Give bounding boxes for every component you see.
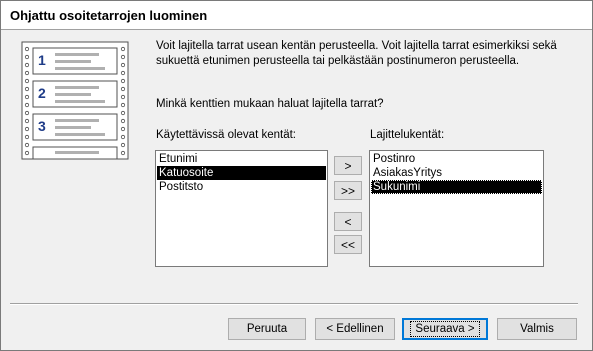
remove-all-fields-button[interactable]: << bbox=[334, 235, 362, 254]
list-item-selected[interactable]: Sukunimi bbox=[371, 180, 542, 194]
list-item-selected[interactable]: Katuosoite bbox=[157, 166, 326, 180]
sort-fields-label: Lajittelukentät: bbox=[370, 129, 445, 141]
sort-fields-listbox[interactable]: Postinro AsiakasYritys Sukunimi bbox=[369, 150, 544, 267]
list-item[interactable]: AsiakasYritys bbox=[371, 166, 542, 180]
illustration-number-3: 3 bbox=[38, 118, 46, 134]
header-divider bbox=[1, 29, 592, 30]
cancel-button[interactable]: Peruuta bbox=[228, 318, 306, 340]
next-button-label: Seuraava > bbox=[410, 321, 480, 337]
label-sheet-illustration: 1 2 3 bbox=[17, 37, 135, 161]
available-fields-label: Käytettävissä olevat kentät: bbox=[156, 129, 296, 141]
illustration-number-1: 1 bbox=[38, 52, 46, 68]
add-field-button[interactable]: > bbox=[334, 156, 362, 175]
list-item[interactable]: Etunimi bbox=[157, 152, 326, 166]
next-button[interactable]: Seuraava > bbox=[402, 318, 488, 340]
question-text: Minkä kenttien mukaan haluat lajitella t… bbox=[156, 98, 384, 110]
back-button[interactable]: < Edellinen bbox=[315, 318, 395, 340]
available-fields-listbox[interactable]: Etunimi Katuosoite Postitsto bbox=[155, 150, 328, 267]
list-item[interactable]: Postinro bbox=[371, 152, 542, 166]
wizard-header: Ohjattu osoitetarrojen luominen bbox=[1, 1, 592, 29]
footer-divider-highlight bbox=[10, 304, 578, 305]
remove-field-button[interactable]: < bbox=[334, 212, 362, 231]
description-text: Voit lajitella tarrat usean kentän perus… bbox=[156, 40, 557, 67]
finish-button[interactable]: Valmis bbox=[497, 318, 577, 340]
list-item[interactable]: Postitsto bbox=[157, 180, 326, 194]
add-all-fields-button[interactable]: >> bbox=[334, 181, 362, 200]
window-title: Ohjattu osoitetarrojen luominen bbox=[10, 8, 208, 23]
illustration-number-2: 2 bbox=[38, 85, 46, 101]
